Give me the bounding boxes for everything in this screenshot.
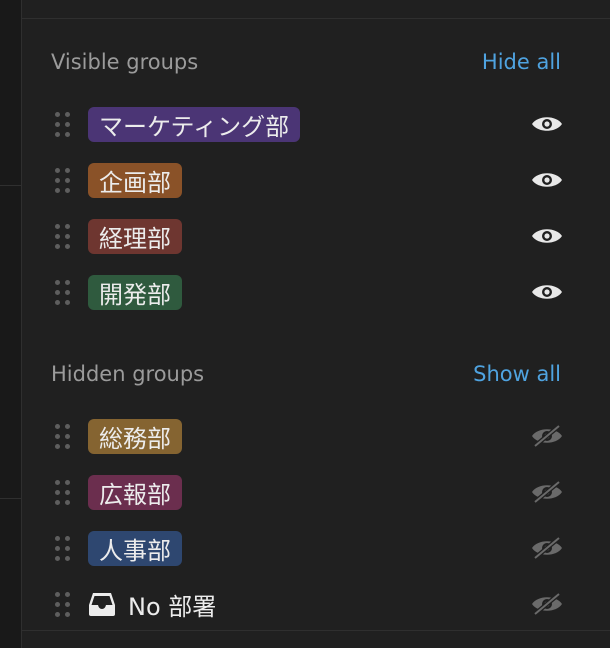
drag-handle-icon[interactable] (54, 423, 70, 449)
eye-icon[interactable] (530, 168, 564, 192)
hidden-groups-header: Hidden groups Show all (51, 359, 561, 389)
hidden-groups-title: Hidden groups (51, 362, 205, 386)
eye-icon[interactable] (530, 280, 564, 304)
eye-off-icon[interactable] (530, 424, 564, 448)
group-row-hidden[interactable]: No 部署 (54, 584, 564, 624)
eye-icon[interactable] (530, 112, 564, 136)
group-tag: 経理部 (88, 218, 182, 254)
show-all-button[interactable]: Show all (473, 362, 561, 386)
left-background (0, 0, 22, 648)
group-tag: マーケティング部 (88, 106, 301, 142)
drag-handle-icon[interactable] (54, 479, 70, 505)
group-tag: 総務部 (88, 418, 182, 454)
eye-icon[interactable] (530, 224, 564, 248)
no-group-label: No 部署 (128, 592, 217, 621)
eye-off-icon[interactable] (530, 480, 564, 504)
drag-handle-icon[interactable] (54, 223, 70, 249)
drag-handle-icon[interactable] (54, 167, 70, 193)
drag-handle-icon[interactable] (54, 535, 70, 561)
group-row-visible[interactable]: 開発部 (54, 272, 564, 312)
eye-off-icon[interactable] (530, 592, 564, 616)
drag-handle-icon[interactable] (54, 111, 70, 137)
divider (22, 18, 610, 19)
group-row-visible[interactable]: 経理部 (54, 216, 564, 256)
divider (22, 630, 610, 631)
drag-handle-icon[interactable] (54, 591, 70, 617)
group-visibility-panel: Visible groups Hide all マーケティング部 企画部 経理部… (22, 0, 610, 648)
group-row-visible[interactable]: マーケティング部 (54, 104, 564, 144)
group-tag: 企画部 (88, 162, 182, 198)
group-row-visible[interactable]: 企画部 (54, 160, 564, 200)
eye-off-icon[interactable] (530, 536, 564, 560)
group-tag: 広報部 (88, 474, 182, 510)
divider (0, 498, 21, 499)
drag-handle-icon[interactable] (54, 279, 70, 305)
group-tag: 開発部 (88, 274, 182, 310)
hide-all-button[interactable]: Hide all (482, 50, 561, 74)
visible-groups-header: Visible groups Hide all (51, 47, 561, 77)
divider (0, 185, 21, 186)
group-row-hidden[interactable]: 広報部 (54, 472, 564, 512)
inbox-icon (89, 593, 115, 616)
group-row-hidden[interactable]: 総務部 (54, 416, 564, 456)
group-row-hidden[interactable]: 人事部 (54, 528, 564, 568)
visible-groups-title: Visible groups (51, 50, 199, 74)
group-tag: 人事部 (88, 530, 182, 566)
no-group-item: No 部署 (88, 587, 216, 622)
